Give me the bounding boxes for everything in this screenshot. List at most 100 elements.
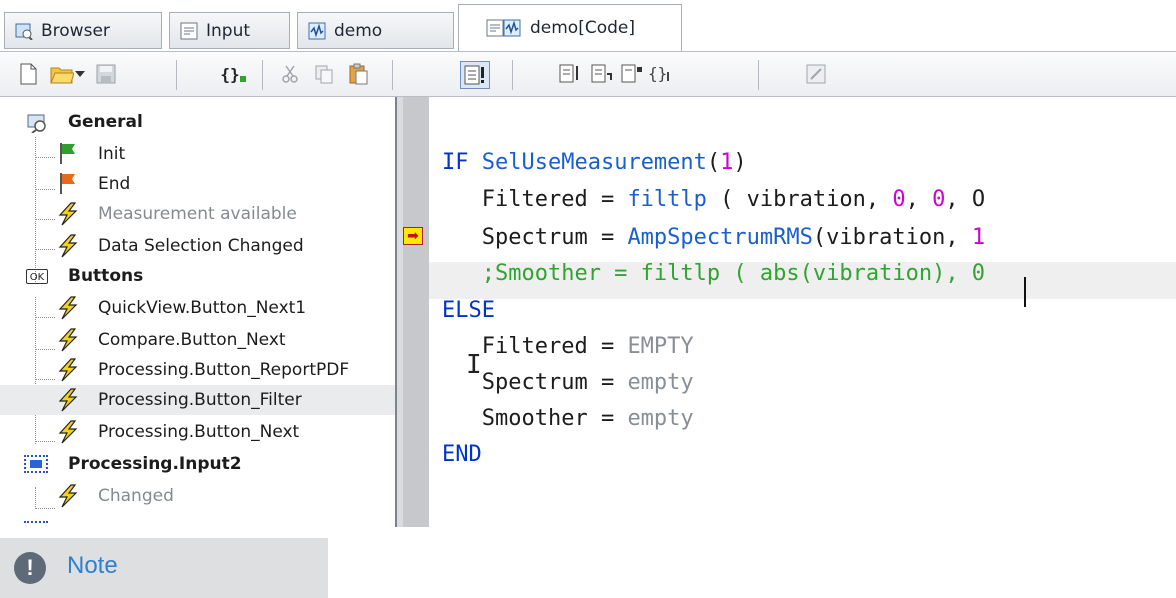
- code-token: ,: [905, 187, 933, 212]
- tree-node-general-label: General: [68, 112, 143, 132]
- lightning-icon: [56, 328, 80, 357]
- toolbar-separator: [392, 60, 393, 90]
- lightning-icon: [56, 234, 80, 263]
- braces-button[interactable]: {}: [218, 62, 248, 86]
- open-folder-icon: [50, 67, 74, 84]
- code-check-button[interactable]: [460, 61, 490, 89]
- code-line[interactable]: ELSE: [442, 293, 495, 329]
- tree-item-quickview-button-next1[interactable]: QuickView.Button_Next1: [0, 293, 395, 323]
- input-control-icon: [24, 455, 48, 473]
- tree-item-label: Processing.Button_ReportPDF: [98, 360, 350, 380]
- tree-item-processing-button-filter[interactable]: Processing.Button_Filter: [0, 385, 395, 415]
- code-token: 1: [971, 225, 986, 250]
- tree-item-changed[interactable]: Changed: [0, 481, 395, 511]
- code-token: IF: [442, 150, 469, 175]
- event-tree: General Init End Measurement available D…: [0, 97, 397, 527]
- tree-node-processing-input2-label: Processing.Input2: [68, 454, 242, 474]
- step-over-button[interactable]: [590, 62, 614, 86]
- code-token: ELSE: [442, 298, 495, 323]
- tab-demo-code[interactable]: demo[Code]: [458, 4, 682, 51]
- toolbar-separator: [512, 60, 513, 90]
- run-to-cursor-button[interactable]: {}: [648, 62, 672, 86]
- ibeam-cursor-icon: I: [466, 350, 482, 380]
- code-token: END: [442, 442, 482, 467]
- tree-item-label: Changed: [98, 486, 174, 506]
- tree-node-buttons[interactable]: OK Buttons: [0, 261, 395, 291]
- step-over-icon: [591, 64, 612, 83]
- code-token: filtlp: [627, 187, 707, 212]
- tree-item-end[interactable]: End: [0, 169, 395, 199]
- code-token: 0: [892, 187, 906, 212]
- svg-text:{}: {}: [648, 64, 667, 83]
- step-into-icon: [559, 64, 578, 83]
- tab-browser[interactable]: Browser: [4, 12, 162, 49]
- tree-item-label: Processing.Button_Next: [98, 422, 300, 442]
- code-line[interactable]: Smoother = empty: [442, 401, 694, 437]
- tree-item-label: Init: [98, 144, 126, 164]
- code-token: , O: [945, 187, 986, 212]
- tree-node-processing-input2[interactable]: Processing.Input2: [0, 449, 395, 479]
- save-icon: [96, 64, 116, 84]
- open-button[interactable]: [50, 62, 74, 86]
- code-line[interactable]: ;Smoother = filtlp ( abs(vibration), 0: [442, 256, 985, 292]
- code-token: EMPTY: [627, 334, 694, 359]
- code-line[interactable]: IF SelUseMeasurement(1): [442, 145, 747, 181]
- code-token: (: [706, 150, 721, 175]
- tab-demo-label: demo: [334, 20, 383, 41]
- note-label: Note: [67, 552, 118, 579]
- general-icon: [24, 111, 48, 138]
- step-out-button[interactable]: [620, 62, 644, 86]
- lightning-icon: [56, 358, 80, 387]
- demo-icon: [308, 22, 326, 40]
- cut-button[interactable]: [278, 62, 302, 86]
- toolbar-separator: [758, 60, 759, 90]
- code-token: Filtered =: [442, 187, 628, 212]
- tab-browser-label: Browser: [41, 20, 110, 41]
- paste-icon: [349, 63, 368, 85]
- code-token: ( vibration,: [706, 187, 893, 212]
- copy-button[interactable]: [312, 62, 336, 86]
- tree-item-init[interactable]: Init: [0, 139, 395, 169]
- code-editor[interactable]: IF SelUseMeasurement(1) Filtered = filtl…: [429, 97, 1176, 527]
- code-line[interactable]: Spectrum = AmpSpectrumRMS(vibration, 1: [442, 220, 985, 256]
- tab-input-label: Input: [206, 20, 251, 41]
- lightning-icon: [56, 388, 80, 417]
- note-callout: ! Note: [0, 538, 328, 598]
- toolbar-separator: [176, 60, 177, 90]
- code-token: 0: [932, 187, 946, 212]
- new-button[interactable]: [16, 62, 40, 86]
- flag-orange-icon: [58, 172, 78, 199]
- tree-item-compare-button-next[interactable]: Compare.Button_Next: [0, 325, 395, 355]
- braces-badge-icon: [239, 76, 246, 82]
- tree-item-data-selection-changed[interactable]: Data Selection Changed: [0, 231, 395, 261]
- text-caret: [1024, 277, 1026, 307]
- lightning-icon: [56, 420, 80, 449]
- breakpoint-gutter[interactable]: [403, 97, 429, 527]
- tree-item-processing-button-reportpdf[interactable]: Processing.Button_ReportPDF: [0, 355, 395, 385]
- run-to-cursor-icon: {}: [648, 64, 669, 83]
- code-token: 1: [720, 150, 734, 175]
- tab-demo-code-label: demo[Code]: [530, 18, 635, 38]
- tree-item-processing-button-next[interactable]: Processing.Button_Next: [0, 417, 395, 447]
- paste-button[interactable]: [346, 62, 370, 86]
- tab-bar: Browser Input demo demo[Code]: [0, 0, 1176, 51]
- tab-input[interactable]: Input: [169, 12, 290, 49]
- browser-icon: [15, 22, 33, 41]
- save-button[interactable]: [94, 62, 118, 86]
- code-editor-window: Browser Input demo demo[Code] {} {} Gene…: [0, 0, 1176, 527]
- tab-demo[interactable]: demo: [297, 12, 454, 49]
- tree-item-measurement-available[interactable]: Measurement available: [0, 199, 395, 229]
- tree-node-general[interactable]: General: [0, 107, 395, 137]
- tree-item-label: Processing.Button_Filter: [98, 390, 302, 410]
- code-line[interactable]: END: [442, 437, 482, 473]
- tree-item-label: Data Selection Changed: [98, 236, 304, 256]
- code-token: AmpSpectrumRMS: [627, 225, 813, 250]
- edit-button[interactable]: [804, 62, 828, 86]
- code-line[interactable]: Filtered = filtlp ( vibration, 0, 0, O: [442, 182, 985, 218]
- tree-item-label: Compare.Button_Next: [98, 330, 286, 350]
- open-dropdown-button[interactable]: [74, 62, 86, 86]
- step-into-button[interactable]: [558, 62, 582, 86]
- toolbar-separator: [262, 60, 263, 90]
- exclamation-icon: !: [14, 552, 46, 584]
- braces-icon: {}: [220, 64, 240, 84]
